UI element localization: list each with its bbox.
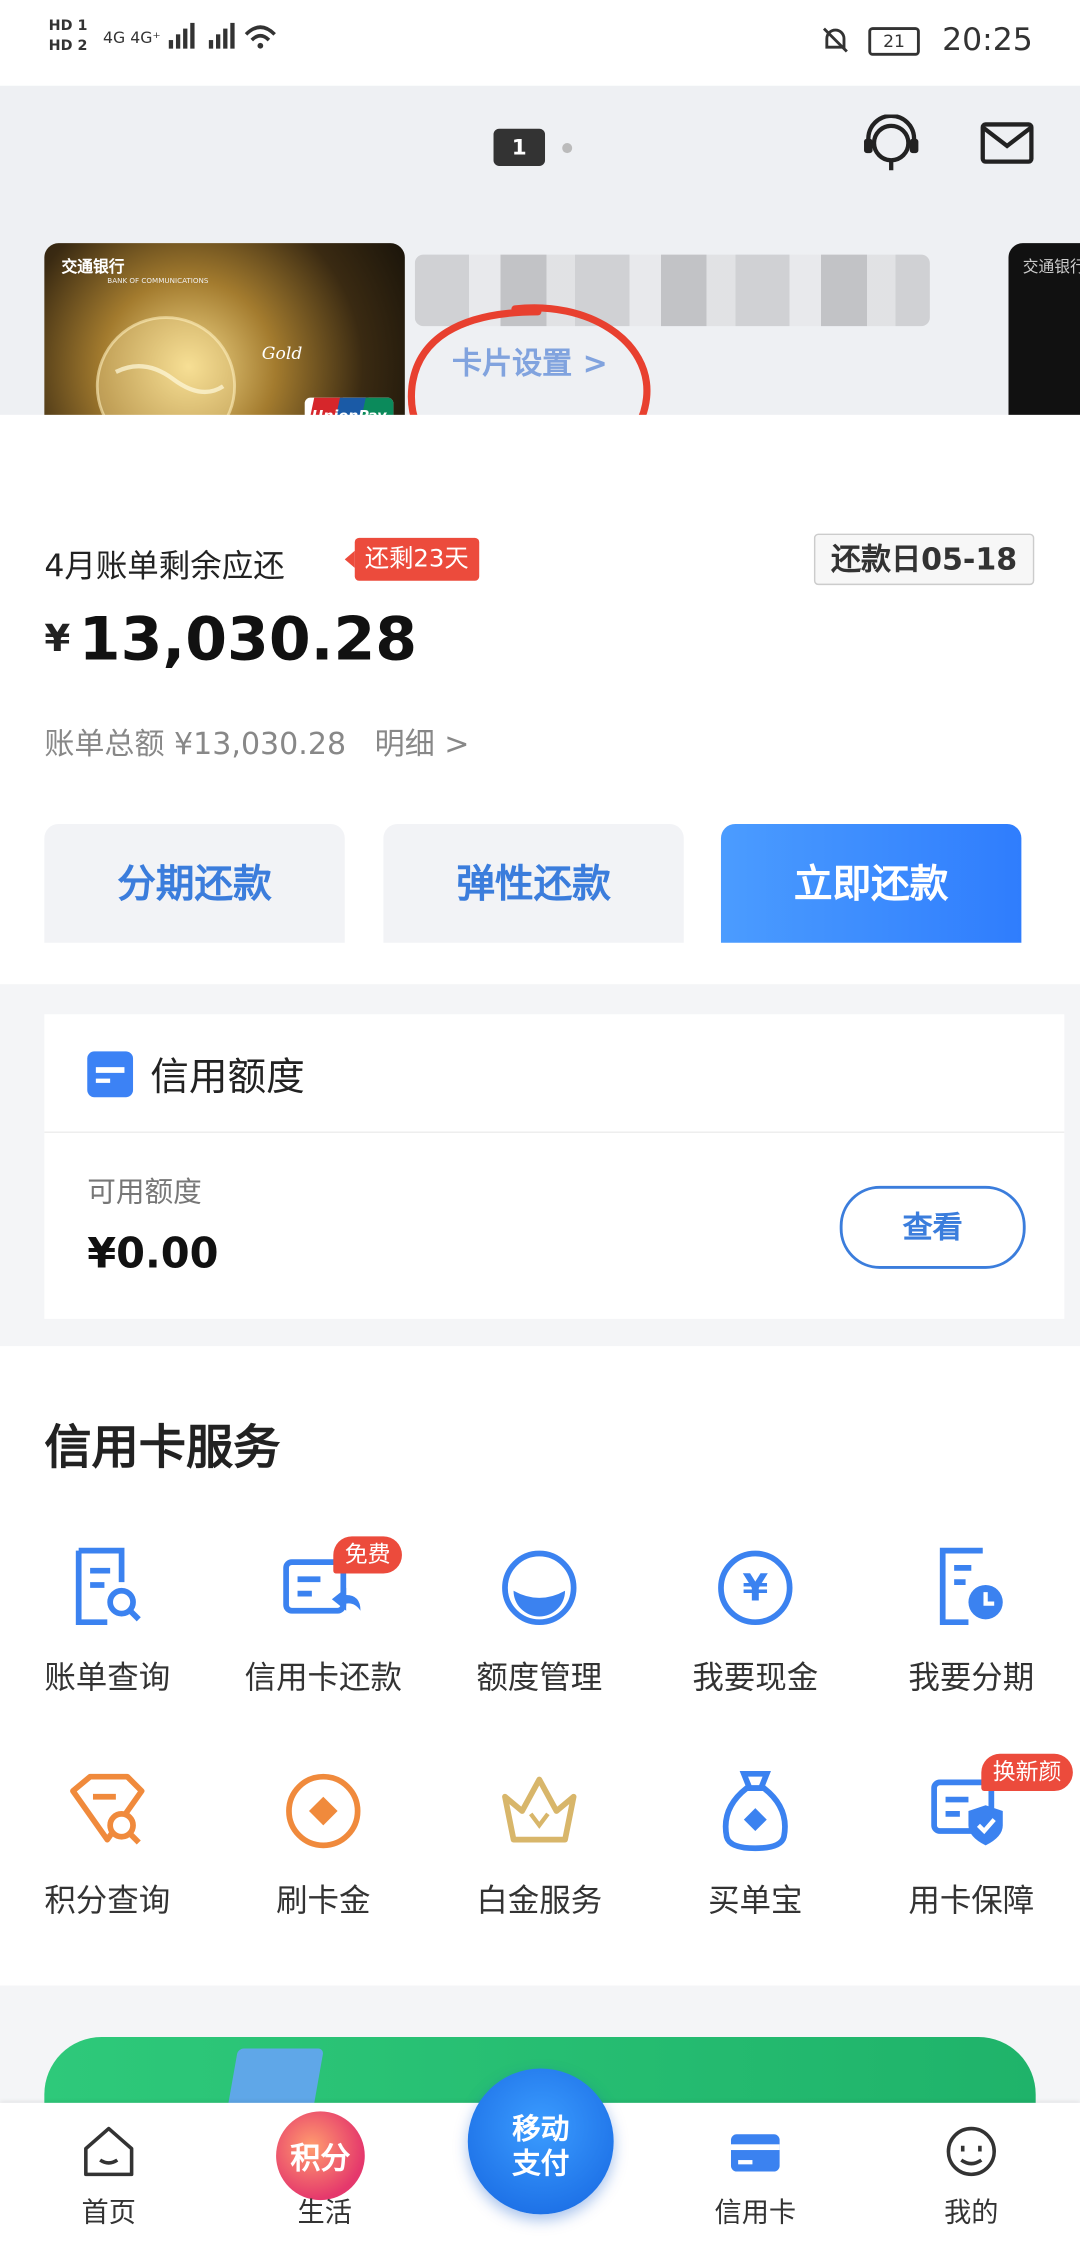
credit-limit-title: 信用额度 bbox=[150, 1055, 305, 1101]
profile-face-icon bbox=[946, 2126, 996, 2177]
bill-detail-link[interactable]: 明细 > bbox=[375, 727, 470, 761]
customer-service-icon[interactable] bbox=[861, 113, 921, 171]
service-label: 买单宝 bbox=[708, 1883, 803, 1920]
sim-indicator: HD 1 HD 2 bbox=[49, 17, 88, 57]
home-icon bbox=[84, 2126, 134, 2177]
flexible-repay-button[interactable]: 弹性还款 bbox=[383, 823, 684, 943]
service-label: 刷卡金 bbox=[276, 1883, 371, 1920]
mail-icon[interactable] bbox=[980, 122, 1034, 165]
service-label: 用卡保障 bbox=[908, 1883, 1035, 1920]
bank-name-en: BANK OF COMMUNICATIONS bbox=[107, 277, 209, 287]
free-badge: 免费 bbox=[333, 1536, 402, 1574]
pager-dot bbox=[562, 143, 573, 154]
service-label: 我要分期 bbox=[908, 1660, 1035, 1697]
service-label: 账单查询 bbox=[44, 1660, 171, 1697]
credit-limit-header: 信用额度 bbox=[44, 1014, 1065, 1133]
crown-icon bbox=[502, 1776, 577, 1843]
card-page-indicator: 1 bbox=[493, 128, 546, 166]
unionpay-cn-label: 银联 bbox=[330, 434, 368, 457]
service-label: 额度管理 bbox=[476, 1660, 603, 1697]
currency-symbol: ¥ bbox=[44, 617, 71, 661]
service-label: 白金服务 bbox=[476, 1883, 603, 1920]
mobile-pay-button[interactable]: 移动 支付 bbox=[467, 2068, 614, 2215]
due-date-badge: 还款日05-18 bbox=[813, 533, 1035, 586]
unionpay-logo: UnionPay 银联 bbox=[304, 397, 394, 461]
nav-label: 生活 bbox=[297, 2197, 352, 2229]
amount-due: ¥13,030.28 bbox=[44, 604, 417, 674]
nav-label: 首页 bbox=[81, 2197, 136, 2229]
cash-yen-icon: ¥ bbox=[718, 1550, 793, 1626]
clock: 20:25 bbox=[942, 22, 1033, 59]
next-card-brand: 交通银行 bbox=[1022, 257, 1080, 277]
bill-search-icon bbox=[75, 1547, 141, 1626]
nav-label: 我的 bbox=[944, 2197, 999, 2229]
available-limit-value: ¥0.00 bbox=[87, 1228, 219, 1278]
nav-label: 信用卡 bbox=[714, 2197, 797, 2229]
pay-now-button[interactable]: 立即还款 bbox=[720, 823, 1022, 943]
bank-logo: 交通银行 bbox=[61, 257, 125, 277]
limit-gauge-icon bbox=[502, 1550, 577, 1626]
card-icon bbox=[87, 1051, 134, 1098]
credit-card-icon bbox=[730, 2134, 780, 2172]
new-look-badge: 换新颜 bbox=[981, 1753, 1073, 1791]
points-tag-icon bbox=[70, 1773, 145, 1845]
services-title: 信用卡服务 bbox=[44, 1419, 281, 1475]
unionpay-label: UnionPay bbox=[311, 409, 387, 425]
installment-clock-icon bbox=[939, 1547, 1003, 1626]
available-limit-label: 可用额度 bbox=[87, 1174, 202, 1209]
points-label: 积分 bbox=[290, 2141, 351, 2176]
view-limit-button[interactable]: 查看 bbox=[839, 1185, 1026, 1269]
bill-title: 4月账单剩余应还 bbox=[44, 549, 285, 586]
battery-icon: 21 bbox=[868, 27, 920, 56]
service-label: 积分查询 bbox=[44, 1883, 171, 1920]
card-level: Gold bbox=[261, 343, 303, 364]
signal-icon: 4G 4G⁺ bbox=[103, 20, 280, 51]
app-screen: HD 1 HD 2 4G 4G⁺ 21 20:25 1 交通银行 BANK OF… bbox=[0, 0, 1080, 2244]
installment-repay-button[interactable]: 分期还款 bbox=[44, 823, 345, 943]
bill-total-label: 账单总额 ¥13,030.28 bbox=[44, 726, 347, 762]
points-promo-icon[interactable]: 积分 bbox=[276, 2111, 365, 2201]
bill-total: 账单总额 ¥13,030.28 明细 > bbox=[44, 721, 469, 764]
amount-value: 13,030.28 bbox=[78, 603, 418, 674]
swipe-coin-icon bbox=[286, 1773, 361, 1849]
days-left-badge: 还剩23天 bbox=[344, 537, 479, 581]
sim2-label: HD 2 bbox=[48, 38, 88, 55]
credit-limit-card: 信用额度 可用额度 ¥0.00 查看 bbox=[44, 1014, 1065, 1319]
money-bag-icon bbox=[722, 1770, 788, 1852]
service-label: 我要现金 bbox=[692, 1660, 819, 1697]
sim1-label: HD 1 bbox=[48, 18, 88, 35]
status-bar: HD 1 HD 2 4G 4G⁺ 21 20:25 bbox=[0, 0, 1080, 86]
mute-bell-icon bbox=[820, 24, 851, 63]
network-label: 4G 4G⁺ bbox=[102, 28, 161, 48]
mobile-pay-line2: 支付 bbox=[512, 2145, 570, 2181]
svg-text:¥: ¥ bbox=[742, 1566, 768, 1610]
service-label: 信用卡还款 bbox=[244, 1660, 402, 1697]
